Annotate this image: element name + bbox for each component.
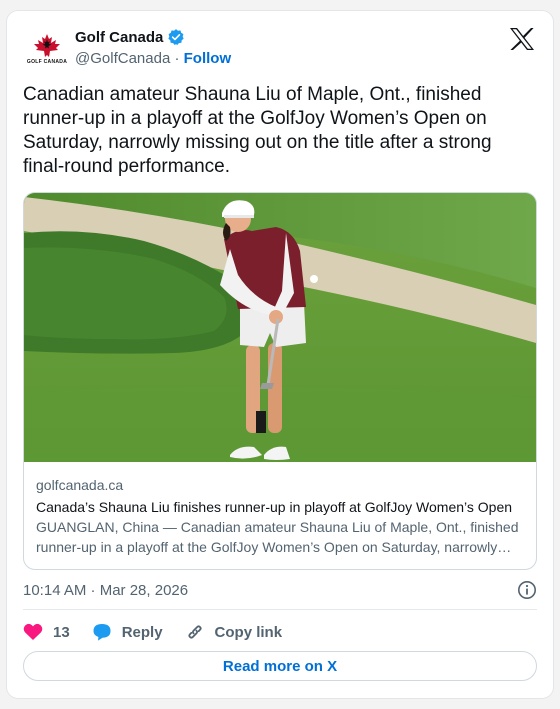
- avatar-wordmark: GOLF CANADA: [26, 59, 68, 65]
- link-icon: [185, 622, 205, 642]
- link-preview-card[interactable]: golfcanada.ca Canada’s Shauna Liu finish…: [23, 192, 537, 570]
- info-icon[interactable]: [517, 580, 537, 600]
- like-count: 13: [53, 623, 70, 641]
- like-button[interactable]: 13: [23, 623, 70, 641]
- display-name-row: Golf Canada: [75, 26, 231, 48]
- x-logo-icon[interactable]: [509, 27, 535, 51]
- handle[interactable]: @GolfCanada: [75, 50, 170, 67]
- handle-row: @GolfCanada · Follow: [75, 48, 231, 70]
- action-bar: 13 Reply Copy link: [23, 620, 282, 644]
- maple-leaf-icon: [34, 34, 60, 57]
- timestamp[interactable]: 10:14 AM · Mar 28, 2026: [23, 582, 188, 599]
- reply-label: Reply: [121, 623, 163, 641]
- read-more-button[interactable]: Read more on X: [23, 651, 537, 681]
- tweet-embed: GOLF CANADA Golf Canada @GolfCanada · Fo…: [6, 10, 554, 699]
- avatar[interactable]: GOLF CANADA: [23, 25, 71, 73]
- divider: [23, 609, 537, 610]
- card-domain: golfcanada.ca: [36, 477, 124, 493]
- tweet-text: Canadian amateur Shauna Liu of Maple, On…: [23, 84, 492, 177]
- account-names: Golf Canada @GolfCanada · Follow: [75, 26, 231, 70]
- copy-link-button[interactable]: Copy link: [185, 622, 283, 642]
- verified-badge-icon: [167, 28, 185, 46]
- reply-button[interactable]: Reply: [92, 622, 163, 642]
- card-meta: golfcanada.ca Canada’s Shauna Liu finish…: [36, 475, 524, 557]
- article-image[interactable]: [24, 193, 536, 462]
- heart-icon: [23, 623, 43, 641]
- card-title[interactable]: Canada’s Shauna Liu finishes runner-up i…: [36, 497, 524, 517]
- tweet-header: GOLF CANADA Golf Canada @GolfCanada · Fo…: [23, 25, 539, 75]
- reply-bubble-icon: [92, 622, 112, 642]
- handle-separator: ·: [170, 50, 184, 67]
- follow-link[interactable]: Follow: [184, 50, 232, 67]
- card-description: GUANGLAN, China — Canadian amateur Shaun…: [36, 519, 519, 555]
- copy-link-label: Copy link: [214, 623, 283, 641]
- timestamp-row: 10:14 AM · Mar 28, 2026: [23, 579, 537, 601]
- display-name[interactable]: Golf Canada: [75, 29, 163, 46]
